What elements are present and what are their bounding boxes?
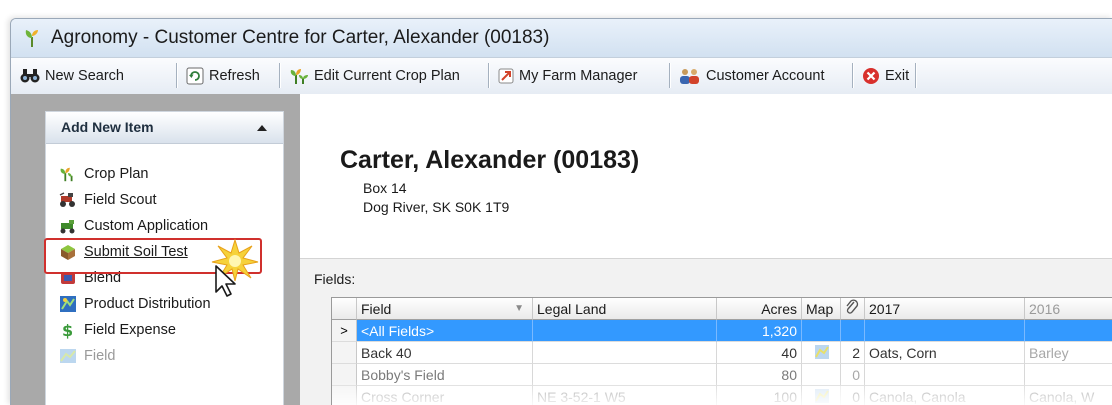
column-header-attachments[interactable] <box>841 298 865 320</box>
new-search-button[interactable]: New Search <box>15 62 129 89</box>
edit-current-crop-plan-button[interactable]: Edit Current Crop Plan <box>284 62 465 89</box>
row-header-corner <box>332 298 357 320</box>
product-distribution-icon <box>60 296 76 312</box>
row-indicator <box>332 342 357 364</box>
cell-2016: Barley <box>1025 342 1112 364</box>
sidebar-item-product-distribution[interactable]: Product Distribution <box>59 293 211 315</box>
map-icon <box>815 389 829 403</box>
sidebar-item-crop-plan[interactable]: Crop Plan <box>59 163 148 185</box>
crop-plan-icon <box>60 167 73 182</box>
cell-legal-land <box>533 364 717 386</box>
cell-2016: Canola, W <box>1025 386 1112 405</box>
cell-field: Cross Corner <box>357 386 533 405</box>
column-header-field[interactable]: Field ▼ <box>357 298 533 320</box>
sidebar-item-label: Field Scout <box>84 192 157 208</box>
cell-2017 <box>865 320 1025 342</box>
fields-grid[interactable]: Field ▼ Legal Land Acres Map 2017 2016 >… <box>331 297 1112 405</box>
fields-label: Fields: <box>314 271 356 287</box>
close-icon <box>863 67 879 84</box>
crop-plan-icon <box>290 68 308 84</box>
fields-section: Fields: Field ▼ Legal Land Acres Map 201… <box>300 258 1112 405</box>
field-icon <box>60 349 76 363</box>
field-expense-icon: $ <box>62 321 73 339</box>
sidebar-item-label: Custom Application <box>84 218 209 234</box>
cell-2017: Canola, Canola <box>865 386 1025 405</box>
sidebar-item-field-expense[interactable]: $ Field Expense <box>59 319 176 341</box>
svg-text:$: $ <box>62 321 73 339</box>
address-line-1: Box 14 <box>363 180 407 196</box>
title-bar: Agronomy - Customer Centre for Carter, A… <box>11 19 1112 57</box>
cell-attachments: 2 <box>841 342 865 364</box>
cell-map[interactable] <box>802 342 841 364</box>
cell-acres: 100 <box>717 386 802 405</box>
add-new-item-title: Add New Item <box>61 119 154 135</box>
map-icon <box>815 345 829 359</box>
mouse-cursor-icon <box>215 265 236 297</box>
refresh-label: Refresh <box>209 67 260 84</box>
cell-acres: 80 <box>717 364 802 386</box>
my-farm-manager-button[interactable]: My Farm Manager <box>493 62 642 89</box>
add-new-item-header[interactable]: Add New Item <box>46 112 283 144</box>
sidebar-item-label: Field Expense <box>84 322 176 338</box>
edit-crop-plan-label: Edit Current Crop Plan <box>314 67 460 84</box>
customer-account-icon <box>680 68 699 84</box>
row-indicator: > <box>332 320 357 342</box>
sidebar-item-label: Field <box>84 348 116 364</box>
app-sprout-icon <box>25 30 38 47</box>
refresh-icon <box>186 67 204 84</box>
cell-2016 <box>1025 320 1112 342</box>
customer-detail-pane: Carter, Alexander (00183) Box 14 Dog Riv… <box>300 94 1112 405</box>
window-title: Agronomy - Customer Centre for Carter, A… <box>51 27 550 48</box>
sidebar-item-label: Product Distribution <box>84 296 211 312</box>
field-scout-icon <box>59 192 75 207</box>
sort-descending-icon: ▼ <box>514 303 524 314</box>
sidebar-item-custom-application[interactable]: Custom Application <box>59 215 208 237</box>
refresh-button[interactable]: Refresh <box>181 62 265 89</box>
cell-field: <All Fields> <box>357 320 533 342</box>
sidebar-item-field[interactable]: Field <box>59 345 115 367</box>
cell-acres: 1,320 <box>717 320 802 342</box>
binoculars-icon <box>20 68 40 82</box>
cell-2017 <box>865 364 1025 386</box>
cell-map <box>802 320 841 342</box>
application-window: Agronomy - Customer Centre for Carter, A… <box>10 18 1112 405</box>
row-indicator <box>332 386 357 405</box>
exit-button[interactable]: Exit <box>857 62 914 89</box>
paperclip-icon <box>846 299 859 314</box>
exit-label: Exit <box>885 67 910 84</box>
column-header-2016[interactable]: 2016 <box>1025 298 1112 320</box>
column-header-map[interactable]: Map <box>802 298 841 320</box>
cell-acres: 40 <box>717 342 802 364</box>
cell-attachments: 0 <box>841 364 865 386</box>
customer-name: Carter, Alexander (00183) <box>340 146 640 174</box>
column-header-2017[interactable]: 2017 <box>865 298 1025 320</box>
customer-account-label: Customer Account <box>706 67 825 84</box>
column-header-acres[interactable]: Acres <box>717 298 802 320</box>
toolbar: New Search Refresh Edit Current Crop Pla… <box>11 57 1112 95</box>
cell-map <box>802 364 841 386</box>
external-link-icon <box>498 68 514 83</box>
row-indicator <box>332 364 357 386</box>
cell-field: Bobby's Field <box>357 364 533 386</box>
sidebar-item-field-scout[interactable]: Field Scout <box>59 189 157 211</box>
cell-field: Back 40 <box>357 342 533 364</box>
cell-attachments: 0 <box>841 386 865 405</box>
collapse-caret-icon[interactable] <box>257 125 267 131</box>
my-farm-manager-label: My Farm Manager <box>519 67 638 84</box>
column-header-legal-land[interactable]: Legal Land <box>533 298 717 320</box>
sidebar-item-label: Crop Plan <box>84 166 149 182</box>
cell-2017: Oats, Corn <box>865 342 1025 364</box>
cell-legal-land <box>533 342 717 364</box>
customer-account-button[interactable]: Customer Account <box>674 62 829 89</box>
cell-attachments <box>841 320 865 342</box>
cell-legal-land <box>533 320 717 342</box>
custom-application-icon <box>60 220 75 234</box>
cell-map[interactable] <box>802 386 841 405</box>
new-search-label: New Search <box>45 67 124 84</box>
address-line-2: Dog River, SK S0K 1T9 <box>363 199 510 215</box>
cell-legal-land: NE 3-52-1 W5 <box>533 386 717 405</box>
cell-2016 <box>1025 364 1112 386</box>
